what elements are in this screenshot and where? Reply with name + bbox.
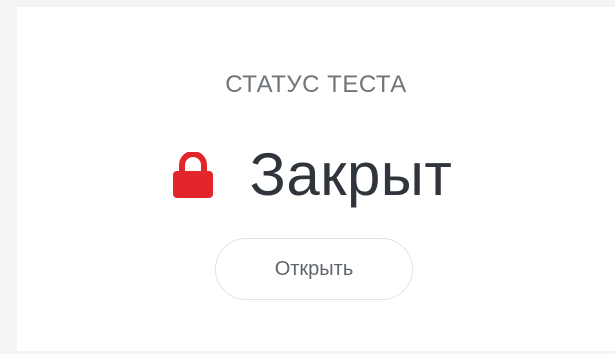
lock-icon (172, 152, 214, 198)
open-button[interactable]: Открыть (215, 238, 413, 300)
status-value: Закрыт (249, 141, 453, 208)
test-status-card: СТАТУС ТЕСТА Закрыт Открыть (17, 7, 615, 351)
page: СТАТУС ТЕСТА Закрыт Открыть (0, 0, 615, 354)
status-row: Закрыт (17, 139, 615, 211)
status-heading: СТАТУС ТЕСТА (225, 71, 407, 98)
